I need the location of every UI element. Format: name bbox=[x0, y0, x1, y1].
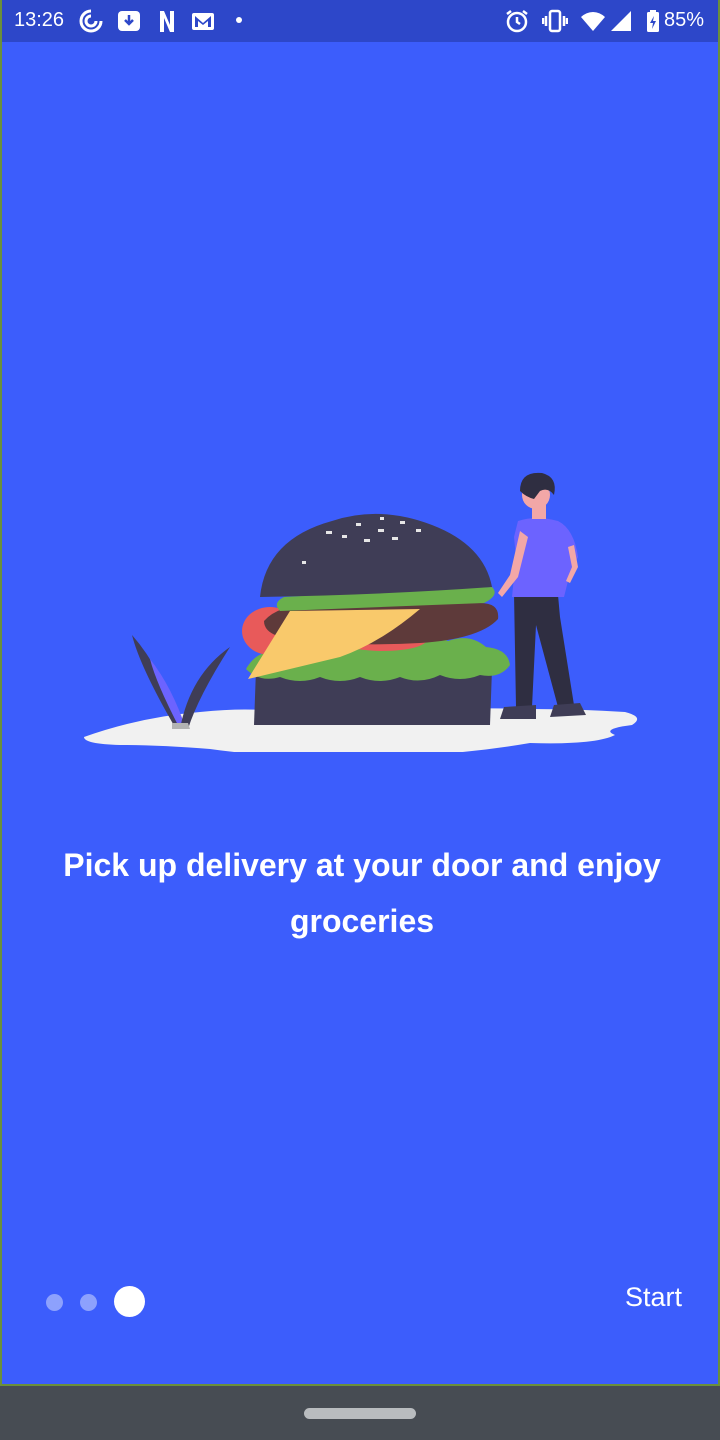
netflix-icon bbox=[160, 11, 174, 32]
status-time: 13:26 bbox=[14, 9, 65, 31]
page-indicator bbox=[44, 1285, 154, 1317]
page-dot-1[interactable] bbox=[46, 1294, 63, 1311]
wifi-icon bbox=[581, 12, 605, 32]
onboarding-screen: 13:26 85% Pick up delivery at your door … bbox=[0, 0, 720, 1440]
status-bar: 13:26 85% bbox=[0, 0, 720, 42]
signal-icon bbox=[611, 11, 631, 31]
sync-icon bbox=[79, 9, 103, 33]
onboarding-content: Pick up delivery at your door and enjoy … bbox=[0, 42, 720, 1386]
battery-icon bbox=[647, 10, 659, 32]
dot-icon bbox=[236, 17, 242, 23]
gmail-icon bbox=[192, 13, 214, 30]
burger-person-illustration bbox=[84, 472, 638, 752]
download-icon bbox=[118, 11, 140, 31]
start-button[interactable]: Start bbox=[625, 1282, 682, 1313]
onboarding-headline: Pick up delivery at your door and enjoy … bbox=[63, 847, 661, 939]
home-gesture-handle[interactable] bbox=[304, 1408, 416, 1419]
page-dot-3-active[interactable] bbox=[114, 1286, 145, 1317]
vibrate-icon bbox=[542, 9, 568, 33]
page-dot-2[interactable] bbox=[80, 1294, 97, 1311]
alarm-icon bbox=[506, 10, 528, 33]
navigation-bar bbox=[0, 1386, 720, 1440]
battery-percent: 85% bbox=[663, 9, 704, 31]
